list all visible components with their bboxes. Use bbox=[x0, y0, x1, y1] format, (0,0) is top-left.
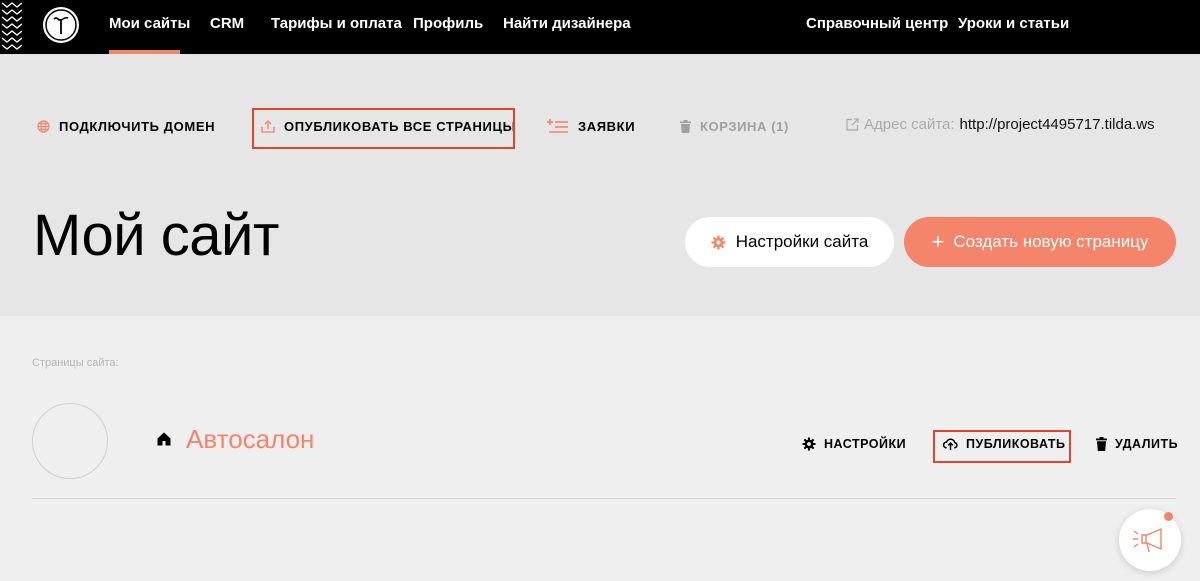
gear-icon bbox=[802, 437, 816, 451]
external-link-icon bbox=[846, 118, 859, 131]
nav-profile[interactable]: Профиль bbox=[413, 0, 483, 54]
connect-domain-button[interactable]: ПОДКЛЮЧИТЬ ДОМЕН bbox=[37, 118, 215, 134]
page-thumbnail[interactable] bbox=[32, 403, 108, 479]
nav-find-designer[interactable]: Найти дизайнера bbox=[503, 0, 631, 54]
megaphone-icon bbox=[1133, 527, 1162, 553]
trash-icon bbox=[680, 119, 691, 133]
home-icon bbox=[157, 432, 171, 446]
tilda-logo-icon bbox=[45, 9, 77, 41]
nav-lessons[interactable]: Уроки и статьи bbox=[958, 0, 1069, 54]
page-item-title[interactable]: Автосалон bbox=[186, 424, 314, 455]
globe-icon bbox=[37, 119, 50, 133]
site-settings-label: Настройки сайта bbox=[735, 232, 869, 251]
page-title: Мой сайт bbox=[33, 203, 279, 268]
trash-button[interactable]: КОРЗИНА (1) bbox=[680, 118, 789, 134]
page-settings-label: НАСТРОЙКИ bbox=[824, 437, 907, 451]
create-page-label: Создать новую страницу bbox=[953, 232, 1149, 251]
nav-crm[interactable]: CRM bbox=[210, 0, 244, 54]
nav-tariffs[interactable]: Тарифы и оплата bbox=[271, 0, 402, 54]
trash-icon bbox=[1096, 437, 1107, 451]
page-delete-label: УДАЛИТЬ bbox=[1115, 437, 1179, 451]
leads-button[interactable]: ЗАЯВКИ bbox=[547, 118, 635, 134]
nav-help-center[interactable]: Справочный центр bbox=[806, 0, 948, 54]
nav-my-sites[interactable]: Мои сайты bbox=[109, 0, 190, 54]
publish-highlight bbox=[933, 430, 1071, 463]
site-address-url[interactable]: http://project4495717.tilda.ws bbox=[960, 116, 1155, 133]
publish-all-highlight bbox=[252, 108, 515, 149]
gear-icon bbox=[711, 234, 726, 250]
plus-icon: + bbox=[931, 229, 945, 254]
site-address-label: Адрес сайта: bbox=[864, 116, 955, 133]
notification-badge bbox=[1164, 512, 1173, 521]
page-delete-button[interactable]: УДАЛИТЬ bbox=[1096, 437, 1178, 451]
leads-label: ЗАЯВКИ bbox=[578, 118, 636, 134]
page-settings-button[interactable]: НАСТРОЙКИ bbox=[802, 437, 906, 451]
create-page-button[interactable]: + Создать новую страницу bbox=[904, 217, 1176, 267]
tilda-logo[interactable] bbox=[43, 7, 79, 43]
connect-domain-label: ПОДКЛЮЧИТЬ ДОМЕН bbox=[59, 118, 216, 134]
add-list-icon bbox=[547, 119, 568, 133]
site-settings-button[interactable]: Настройки сайта bbox=[685, 217, 894, 267]
pages-section-label: Страницы сайта: bbox=[32, 357, 119, 369]
top-navigation-bar: Мои сайты CRM Тарифы и оплата Профиль На… bbox=[0, 0, 1200, 54]
site-header-panel bbox=[0, 54, 1200, 316]
zigzag-decoration-icon bbox=[1, 2, 22, 50]
trash-label: КОРЗИНА (1) bbox=[700, 118, 789, 134]
page-row-divider bbox=[32, 498, 1176, 499]
site-address: Адрес сайта: http://project4495717.tilda… bbox=[846, 116, 1155, 133]
